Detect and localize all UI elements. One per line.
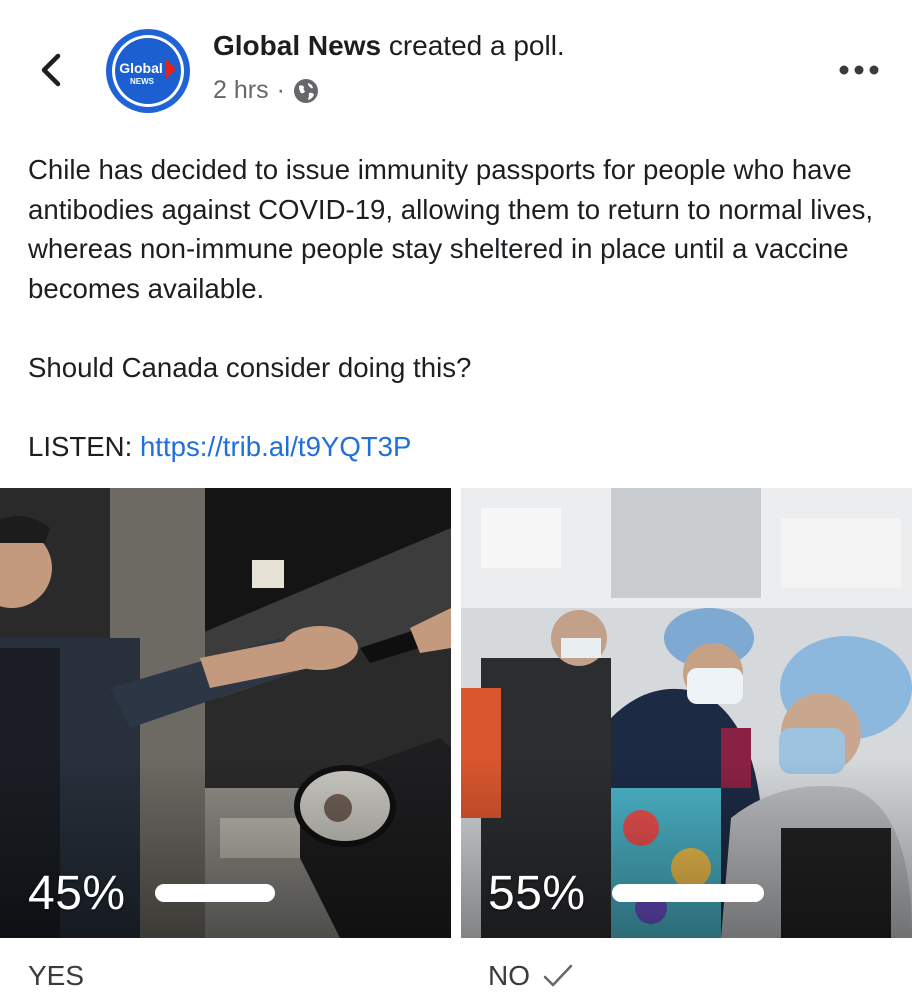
poll-label-yes[interactable]: YES — [28, 960, 84, 992]
poll-bar-no — [612, 884, 764, 902]
globe-icon[interactable] — [293, 78, 319, 104]
post-header: Global NEWS Global News created a poll. … — [0, 0, 912, 140]
meta-separator: · — [276, 76, 285, 104]
more-horizontal-icon — [839, 65, 879, 75]
poll-percent-yes: 45% — [28, 867, 126, 920]
page-name-link[interactable]: Global News — [213, 30, 381, 61]
checkmark-icon — [543, 964, 573, 987]
poll-percent-no: 55% — [488, 867, 586, 920]
poll-label-no[interactable]: NO — [488, 960, 574, 992]
listen-label: LISTEN: — [28, 430, 140, 462]
back-button[interactable] — [34, 46, 74, 94]
post-meta: 2 hrs · — [213, 76, 319, 105]
post-paragraph: Chile has decided to issue immunity pass… — [28, 154, 874, 304]
chevron-left-icon — [41, 53, 61, 87]
listen-link[interactable]: https://trib.al/t9YQT3P — [140, 431, 411, 462]
post-timestamp[interactable]: 2 hrs — [213, 76, 269, 105]
post-action-text: created a poll. — [381, 30, 565, 61]
logo-text-line1: Global — [119, 60, 163, 76]
listen-line: LISTEN: https://trib.al/t9YQT3P — [28, 427, 888, 467]
poll-bar-yes — [155, 884, 275, 902]
poll-question: Should Canada consider doing this? — [28, 351, 472, 383]
post-title: Global News created a poll. — [213, 30, 565, 62]
option-label-text: NO — [488, 960, 530, 991]
option-label-text: YES — [28, 960, 85, 991]
page-avatar[interactable]: Global NEWS — [104, 27, 192, 115]
more-options-button[interactable] — [836, 58, 882, 82]
logo-text-line2: NEWS — [130, 77, 155, 86]
post-body: Chile has decided to issue immunity pass… — [28, 150, 888, 466]
